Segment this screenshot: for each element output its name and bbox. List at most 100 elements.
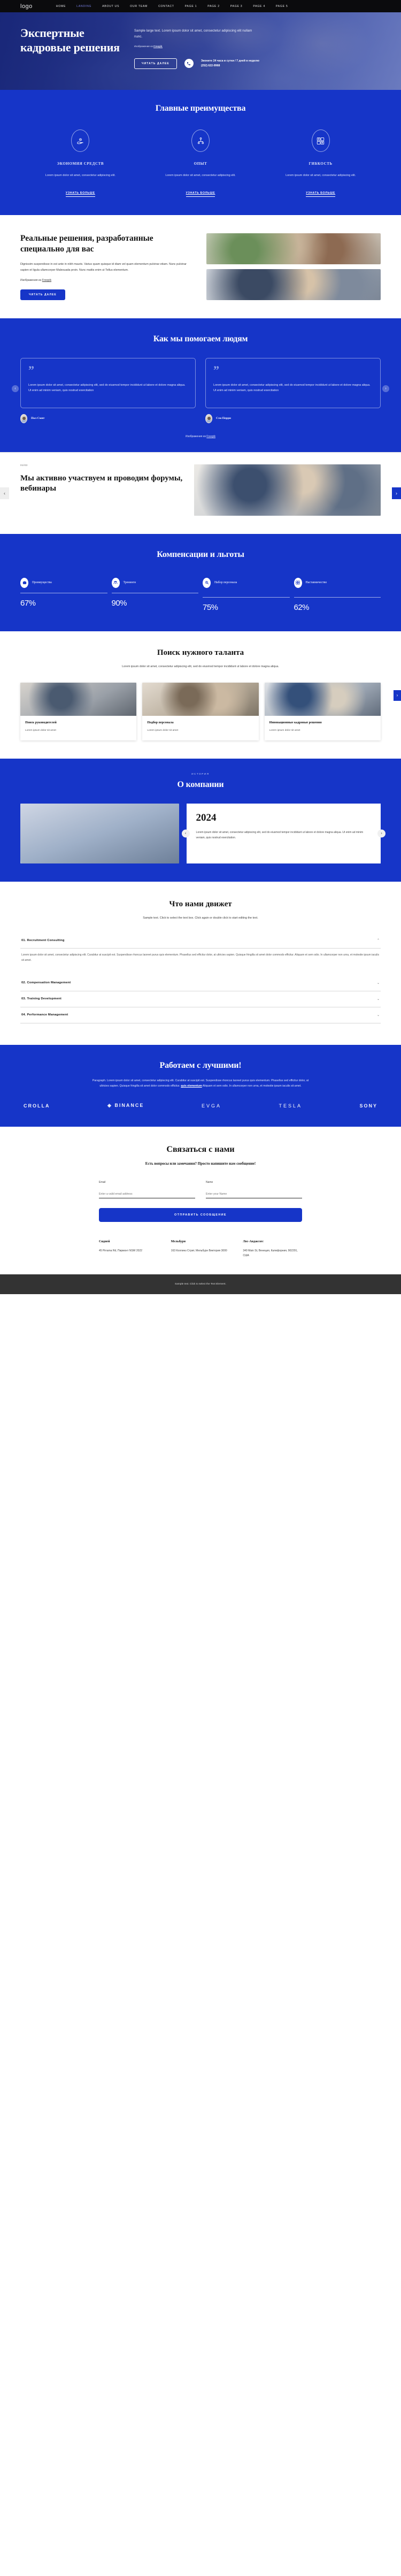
nav-item-our-team[interactable]: OUR TEAM — [130, 5, 148, 8]
page-footer: Sample text. Click to select the Text El… — [0, 1274, 401, 1295]
nav-item-page-5[interactable]: PAGE 5 — [276, 5, 288, 8]
testimonial-text: Lorem ipsum dolor sit amet, consectetur … — [213, 383, 371, 393]
accordion-label: 04. Performance Management — [21, 1013, 68, 1017]
solutions-title: Реальные решения, разработанные специаль… — [20, 234, 153, 254]
values-accordion-section: Что нами движет Sample text. Click to se… — [0, 882, 401, 1045]
accordion-row-performance-management[interactable]: 04. Performance Management ⌄ — [20, 1007, 381, 1023]
brand-logo-binance[interactable]: ◈ BINANCE — [107, 1103, 144, 1109]
nav-item-home[interactable]: HOME — [56, 5, 66, 8]
testimonials-section: Как мы помогаем людям ‹ › ” Lorem ipsum … — [0, 318, 401, 452]
compensation-stat-trainings: Тренинги 90% — [111, 577, 198, 613]
benefit-text: Lorem ipsum dolor sit amet, consectetur … — [286, 174, 356, 177]
benefit-learn-more-link[interactable]: УЗНАТЬ БОЛЬШЕ — [186, 192, 215, 197]
nav-links: HOME LANDING ABOUT US OUR TEAM CONTACT P… — [56, 5, 288, 8]
quote-icon: ” — [28, 363, 34, 377]
office-address: 340 Main St, Венеция, Калифорния, 902291… — [243, 1249, 298, 1257]
brand-logo-tesla[interactable]: TESLA — [279, 1103, 302, 1109]
brands-title: Работаем с лучшими! — [159, 1060, 242, 1070]
benefit-text: Lorem ipsum dolor sit amet, consectetur … — [165, 174, 236, 177]
talent-card[interactable]: Инновационные кадровые решения Lorem ips… — [264, 682, 381, 741]
email-field-group: Email — [99, 1181, 195, 1198]
about-kicker: ИСТОРИЯ — [191, 773, 210, 776]
talent-card-image — [264, 682, 381, 716]
compensation-stat-value: 62% — [294, 603, 310, 613]
testimonials-credit-link[interactable]: Freepik — [206, 435, 215, 438]
office-city: Мельбурн — [171, 1240, 186, 1243]
accordion-label: 01. Recruitment Consulting — [21, 938, 65, 942]
nav-item-page-1[interactable]: PAGE 1 — [185, 5, 197, 8]
testimonial-text: Lorem ipsum dolor sit amet, consectetur … — [28, 383, 186, 393]
hero-phone-block: Звоните 24 часа в сутки / 7 дней в недел… — [201, 59, 259, 68]
about-timeline-card: ‹ › 2024 Lorem ipsum dolor sit amet, con… — [181, 804, 385, 864]
testimonial-author-name: Пол Смит — [31, 417, 45, 421]
brand-logo-sony[interactable]: SONY — [359, 1103, 377, 1109]
search-person-icon — [203, 577, 211, 588]
phone-icon[interactable] — [184, 59, 194, 68]
talent-card-image — [20, 682, 137, 716]
brand-logo-crolla[interactable]: CROLLA — [24, 1103, 50, 1109]
nav-item-page-3[interactable]: PAGE 3 — [230, 5, 243, 8]
mentorship-icon — [294, 577, 302, 588]
hero-credit-link[interactable]: Freepik — [153, 44, 163, 48]
compensation-stat-value: 90% — [111, 599, 127, 608]
solutions-section: Реальные решения, разработанные специаль… — [0, 215, 401, 318]
nav-item-page-2[interactable]: PAGE 2 — [207, 5, 220, 8]
hero-phone-number[interactable]: (252) 622-9968 — [201, 64, 259, 68]
testimonial-card: ” Lorem ipsum dolor sit amet, consectetu… — [205, 358, 381, 408]
testimonials-credit-prefix: Изображения из — [186, 434, 207, 438]
hero-read-more-button[interactable]: ЧИТАТЬ ДАЛЕЕ — [134, 58, 177, 69]
chevron-down-icon[interactable]: ⌄ — [377, 981, 380, 985]
talent-card[interactable]: Подбор персонала Lorem ipsum dolor sit a… — [142, 682, 259, 741]
footer-text: Sample text. Click to select the Text El… — [175, 1283, 226, 1286]
accordion-row-training-development[interactable]: 03. Training Development ⌄ — [20, 991, 381, 1007]
top-navigation-bar: logo HOME LANDING ABOUT US OUR TEAM CONT… — [0, 0, 401, 12]
site-logo[interactable]: logo — [20, 3, 33, 10]
nav-item-landing[interactable]: LANDING — [76, 5, 91, 8]
benefit-text: Lorem ipsum dolor sit amet, consectetur … — [45, 174, 115, 177]
compensation-stat-value: 67% — [20, 599, 36, 608]
brand-logo-evga[interactable]: EVGA — [202, 1103, 221, 1109]
talent-next-icon[interactable]: › — [394, 690, 401, 701]
hero-image-credit: Изображение из Freepik — [134, 44, 381, 48]
accordion-row-compensation-management[interactable]: 02. Compensation Management ⌄ — [20, 975, 381, 991]
office-city: Лос-Анджелес — [243, 1240, 264, 1243]
send-message-button[interactable]: ОТПРАВИТЬ СООБЩЕНИЕ — [99, 1207, 302, 1222]
solutions-read-more-button[interactable]: ЧИТАТЬ ДАЛЕЕ — [20, 289, 65, 301]
talent-card[interactable]: Поиск руководителей Lorem ipsum dolor si… — [20, 682, 137, 741]
benefit-learn-more-link[interactable]: УЗНАТЬ БОЛЬШЕ — [65, 192, 95, 197]
brands-section: Работаем с лучшими! Paragraph. Lorem ips… — [0, 1044, 401, 1127]
solutions-image-credit: Изображения из Freepik — [20, 279, 194, 282]
name-label: Name — [206, 1180, 213, 1184]
nav-item-about-us[interactable]: ABOUT US — [102, 5, 119, 8]
forums-photo — [194, 464, 381, 516]
solutions-credit-link[interactable]: Freepik — [42, 279, 51, 282]
chevron-up-icon[interactable]: ⌃ — [377, 938, 380, 942]
office-melbourne: Мельбурн 163 Коллинз Стрит, Мельбурн Вик… — [171, 1240, 230, 1259]
office-los-angeles: Лос-Анджелес 340 Main St, Венеция, Калиф… — [243, 1240, 302, 1259]
chevron-down-icon[interactable]: ⌄ — [377, 997, 380, 1001]
accordion-row-recruitment-consulting[interactable]: 01. Recruitment Consulting ⌃ — [20, 932, 381, 949]
hero-subtitle: Sample large text. Lorem ipsum dolor sit… — [134, 29, 252, 39]
benefit-card-cost-savings: ЭКОНОМИЯ СРЕДСТВ Lorem ipsum dolor sit a… — [20, 129, 141, 197]
benefit-learn-more-link[interactable]: УЗНАТЬ БОЛЬШЕ — [306, 192, 336, 197]
office-address: 163 Коллинз Стрит, Мельбурн Виктория 300… — [171, 1249, 227, 1252]
testimonial-card: ” Lorem ipsum dolor sit amet, consectetu… — [20, 358, 196, 408]
about-title: О компании — [177, 780, 224, 790]
forums-title: Мы активно участвуем и проводим форумы, … — [20, 473, 183, 493]
forums-prev-icon[interactable]: ‹ — [0, 487, 9, 499]
about-next-icon[interactable]: › — [377, 829, 385, 838]
brands-inline-link[interactable]: quis elementum — [181, 1084, 202, 1088]
email-input[interactable] — [99, 1190, 195, 1198]
testimonials-next-icon[interactable]: › — [382, 385, 389, 392]
brands-paragraph: Paragraph. Lorem ipsum dolor sit amet, c… — [88, 1078, 313, 1089]
nav-item-contact[interactable]: CONTACT — [158, 5, 174, 8]
nav-item-page-4[interactable]: PAGE 4 — [253, 5, 265, 8]
office-sydney: Сидней 45 Pirrama Rd, Пирмонт NSW 2022 — [99, 1240, 158, 1259]
forums-next-icon[interactable]: › — [392, 487, 401, 499]
people-group-icon — [111, 577, 120, 588]
about-prev-icon[interactable]: ‹ — [181, 829, 190, 838]
chevron-down-icon[interactable]: ⌄ — [377, 1013, 380, 1017]
compensation-stat-value: 75% — [203, 603, 218, 613]
name-input[interactable] — [206, 1190, 302, 1198]
testimonials-prev-icon[interactable]: ‹ — [12, 385, 19, 392]
